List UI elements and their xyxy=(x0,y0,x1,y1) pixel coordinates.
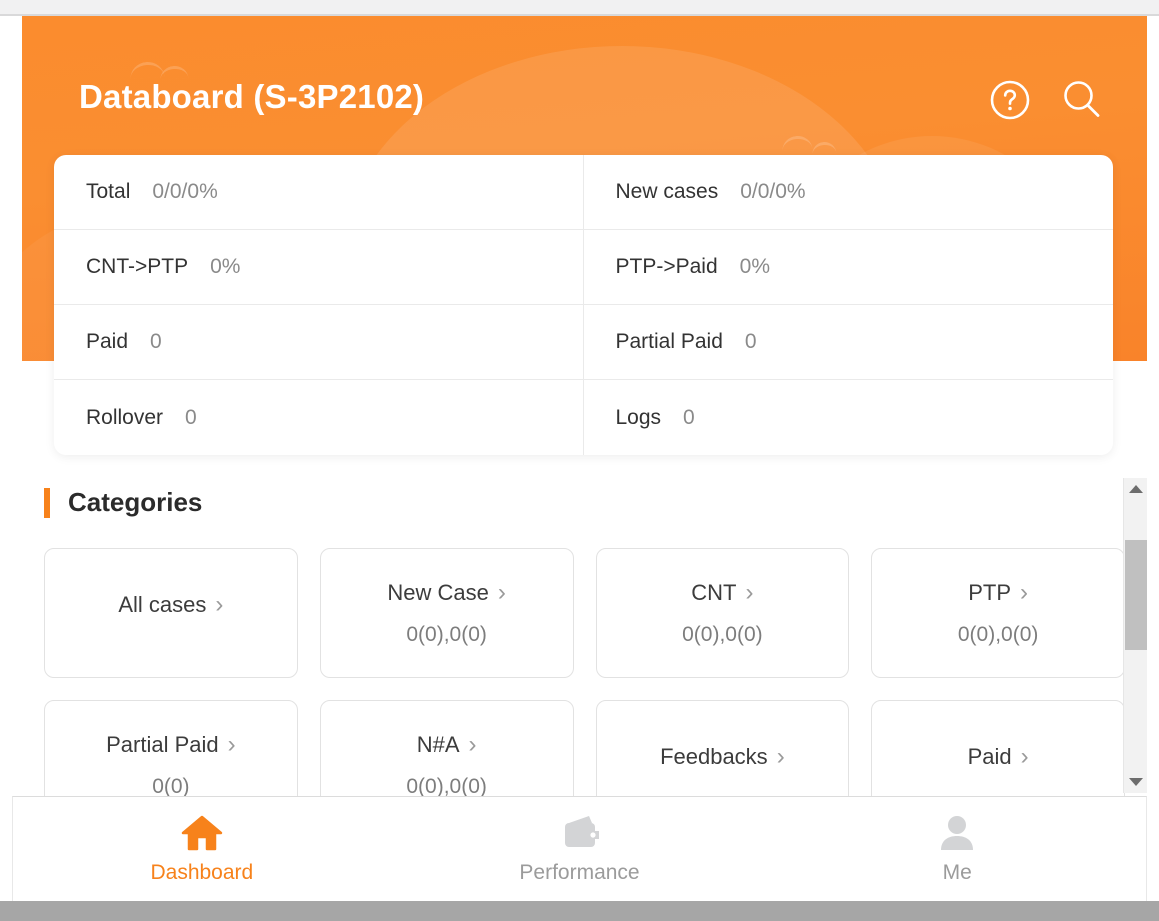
category-value: 0(0),0(0) xyxy=(957,622,1039,646)
help-circle-icon xyxy=(990,80,1030,120)
page-left-gutter xyxy=(0,16,22,901)
chevron-right-icon: › xyxy=(497,578,506,606)
category-label-row: All cases › xyxy=(118,592,223,618)
category-card-ptp[interactable]: PTP › 0(0),0(0) xyxy=(871,548,1125,678)
chevron-right-icon: › xyxy=(745,578,754,606)
stat-value: 0% xyxy=(739,255,770,278)
category-value: 0(0) xyxy=(152,774,190,798)
scroll-up-button[interactable] xyxy=(1124,478,1148,500)
vertical-scrollbar[interactable] xyxy=(1123,478,1147,793)
categories-section: Categories All cases › New Case › 0(0),0… xyxy=(22,465,1147,806)
category-card-paid[interactable]: Paid › xyxy=(871,700,1125,806)
categories-grid: All cases › New Case › 0(0),0(0) CNT › 0… xyxy=(22,518,1147,806)
section-accent-bar xyxy=(44,487,50,518)
stat-label: Partial Paid xyxy=(615,330,723,353)
stat-label: CNT->PTP xyxy=(86,255,189,278)
stat-label: PTP->Paid xyxy=(615,255,718,278)
category-card-partial-paid[interactable]: Partial Paid › 0(0) xyxy=(44,700,298,806)
stat-value: 0/0/0% xyxy=(152,180,218,203)
category-label: N#A xyxy=(416,731,460,757)
stat-label: Rollover xyxy=(86,405,164,429)
stat-label: New cases xyxy=(615,180,719,203)
stat-value: 0/0/0% xyxy=(740,180,806,203)
stat-value: 0 xyxy=(150,330,162,353)
wallet-icon xyxy=(559,814,601,852)
stat-value: 0 xyxy=(744,330,757,353)
category-card-all-cases[interactable]: All cases › xyxy=(44,548,298,678)
category-label: Partial Paid xyxy=(106,731,219,757)
nav-item-performance[interactable]: Performance xyxy=(391,797,769,901)
scroll-up-arrow-icon xyxy=(1129,485,1143,493)
browser-bottom-strip xyxy=(0,901,1159,921)
category-value: 0(0),0(0) xyxy=(406,774,487,798)
person-icon xyxy=(936,814,978,852)
stat-partial-paid: Partial Paid 0 xyxy=(584,305,1114,379)
stat-label: Logs xyxy=(615,405,662,429)
stat-rollover: Rollover 0 xyxy=(54,380,584,455)
stats-row: Rollover 0 Logs 0 xyxy=(54,380,1113,455)
page-right-gutter xyxy=(1147,16,1159,901)
chevron-right-icon: › xyxy=(776,742,785,770)
chevron-right-icon: › xyxy=(227,730,236,758)
stat-total: Total 0/0/0% xyxy=(54,155,584,229)
category-card-feedbacks[interactable]: Feedbacks › xyxy=(595,700,850,806)
category-card-new-case[interactable]: New Case › 0(0),0(0) xyxy=(319,548,574,678)
stat-ptp-to-paid: PTP->Paid 0% xyxy=(584,230,1114,304)
nav-item-dashboard[interactable]: Dashboard xyxy=(13,797,391,901)
category-label: CNT xyxy=(691,579,737,605)
search-icon xyxy=(1064,81,1100,117)
scroll-down-arrow-icon xyxy=(1129,778,1143,786)
category-label-row: Paid › xyxy=(968,744,1029,770)
summary-stats-card: Total 0/0/0% New cases 0/0/0% CNT->PTP 0… xyxy=(54,155,1113,455)
help-button[interactable] xyxy=(987,77,1033,123)
category-label-row: Feedbacks › xyxy=(660,744,785,770)
stat-paid: Paid 0 xyxy=(54,305,584,379)
scrollbar-thumb[interactable] xyxy=(1125,540,1147,650)
stat-value: 0 xyxy=(683,405,695,429)
home-icon xyxy=(181,814,223,852)
category-value: 0(0),0(0) xyxy=(406,622,487,646)
category-label: New Case xyxy=(387,579,489,605)
category-card-na[interactable]: N#A › 0(0),0(0) xyxy=(319,700,574,806)
header-actions xyxy=(987,77,1105,123)
stat-value: 0 xyxy=(185,405,197,429)
browser-top-strip xyxy=(0,0,1159,14)
stats-row: CNT->PTP 0% PTP->Paid 0% xyxy=(54,230,1113,305)
bird-decoration-icon xyxy=(129,60,165,80)
stat-value: 0% xyxy=(210,255,241,278)
chevron-right-icon: › xyxy=(1020,742,1029,770)
chevron-right-icon: › xyxy=(468,730,477,758)
app-root: Databoard (S-3P2102) Total 0/0/0% New ca… xyxy=(0,0,1159,921)
stat-label: Total xyxy=(86,180,131,203)
page-title: Databoard (S-3P2102) xyxy=(79,78,425,115)
category-label-row: CNT › xyxy=(691,580,753,606)
bottom-navigation-bar: Dashboard Performance Me xyxy=(12,796,1147,901)
stat-label: Paid xyxy=(86,330,129,353)
search-button[interactable] xyxy=(1059,77,1105,123)
stat-cnt-to-ptp: CNT->PTP 0% xyxy=(54,230,584,304)
stat-logs: Logs 0 xyxy=(584,380,1114,455)
stats-row: Paid 0 Partial Paid 0 xyxy=(54,305,1113,380)
chevron-right-icon: › xyxy=(1020,578,1029,606)
category-label-row: N#A › xyxy=(417,732,477,758)
scroll-down-button[interactable] xyxy=(1124,771,1148,793)
category-label-row: Partial Paid › xyxy=(106,732,236,758)
category-label-row: PTP › xyxy=(968,580,1028,606)
stats-row: Total 0/0/0% New cases 0/0/0% xyxy=(54,155,1113,230)
nav-item-me[interactable]: Me xyxy=(768,797,1146,901)
category-label-row: New Case › xyxy=(387,580,505,606)
nav-label: Me xyxy=(942,860,972,884)
nav-label: Dashboard xyxy=(150,860,254,884)
category-value: 0(0),0(0) xyxy=(682,622,763,646)
category-label: All cases xyxy=(118,591,207,617)
categories-header: Categories xyxy=(44,487,1147,518)
chevron-right-icon: › xyxy=(215,590,224,618)
category-label: PTP xyxy=(968,579,1012,605)
section-title: Categories xyxy=(68,487,203,517)
category-label: Paid xyxy=(967,743,1012,769)
category-card-cnt[interactable]: CNT › 0(0),0(0) xyxy=(595,548,850,678)
stat-new-cases: New cases 0/0/0% xyxy=(584,155,1114,229)
category-label: Feedbacks xyxy=(660,743,768,769)
nav-label: Performance xyxy=(519,860,640,884)
